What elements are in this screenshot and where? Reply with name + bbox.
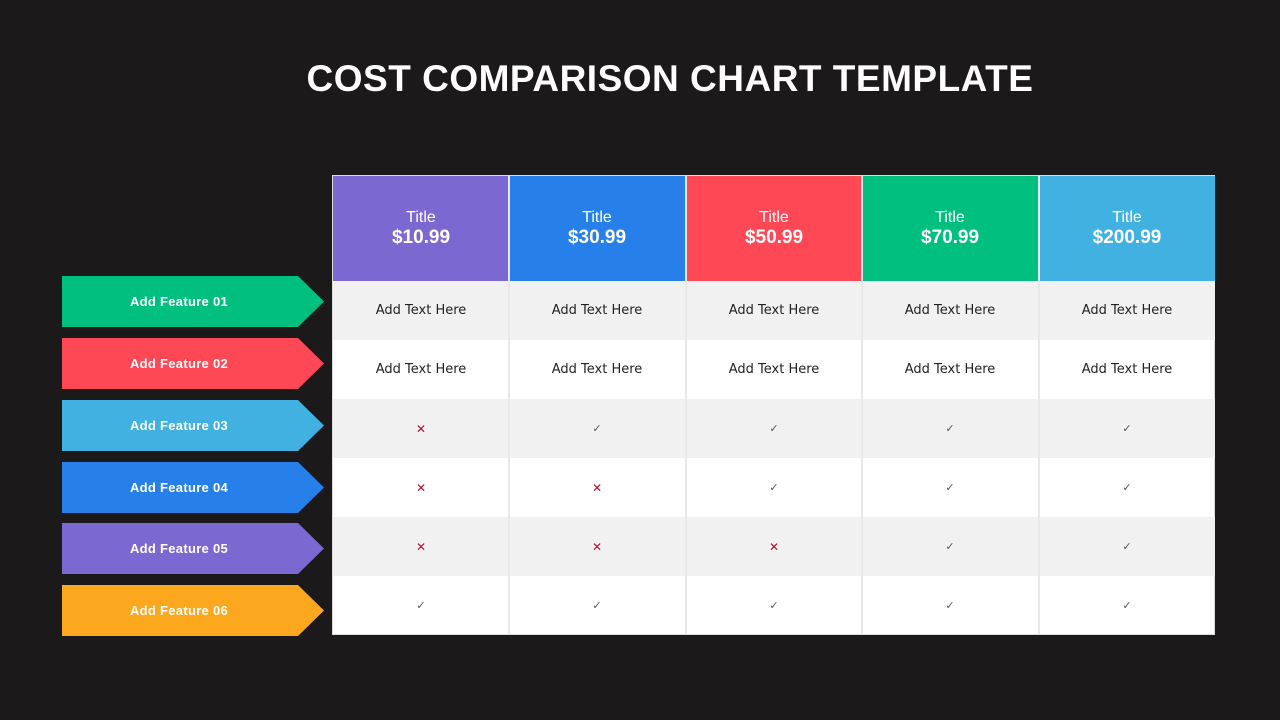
plan-column-2: Title $30.99 Add Text Here Add Text Here ✓ ✕ ✕… — [509, 176, 685, 635]
feature-label-3: Add Feature 03 — [62, 400, 324, 451]
table-cell: Add Text Here — [551, 362, 643, 377]
table-cell: ✓ — [333, 576, 509, 635]
feature-label-2: Add Feature 02 — [62, 338, 324, 389]
check-icon: ✓ — [945, 599, 955, 612]
table-cell: Add Text Here — [509, 281, 685, 340]
feature-label-5: Add Feature 05 — [62, 523, 324, 574]
table-cell: ✓ — [509, 576, 685, 635]
plan-title: Title — [1112, 209, 1142, 226]
check-icon: ✓ — [416, 599, 426, 612]
plan-price: $50.99 — [744, 227, 804, 248]
table-cell: ✓ — [1039, 576, 1215, 635]
plan-title: Title — [935, 209, 965, 226]
plan-price: $70.99 — [920, 227, 980, 248]
column-divider — [685, 176, 687, 634]
table-cell: ✓ — [862, 517, 1038, 576]
table-cell: Add Text Here — [1039, 281, 1215, 340]
plan-column-5: Title $200.99 Add Text Here Add Text Here ✓ ✓… — [1039, 176, 1215, 635]
plan-price: $30.99 — [567, 227, 627, 248]
comparison-table: Title $10.99 Add Text Here Add Text Here ✕ ✕ ✕… — [332, 175, 1215, 635]
check-icon: ✓ — [769, 481, 779, 494]
check-icon: ✓ — [769, 599, 779, 612]
cross-icon: ✕ — [591, 539, 603, 554]
table-cell: Add Text Here — [333, 281, 509, 340]
feature-label-4: Add Feature 04 — [62, 462, 324, 513]
table-cell: ✓ — [1039, 399, 1215, 458]
table-cell: ✓ — [686, 399, 862, 458]
table-cell: ✕ — [509, 458, 685, 517]
plan-price: $10.99 — [391, 227, 451, 248]
table-cell: ✓ — [1039, 458, 1215, 517]
column-divider — [1038, 176, 1040, 634]
plan-header: Title $200.99 — [1039, 176, 1215, 281]
column-divider — [508, 176, 510, 634]
plan-title: Title — [406, 209, 436, 226]
plan-title: Title — [582, 209, 612, 226]
table-cell: Add Text Here — [686, 281, 862, 340]
table-cell: ✓ — [509, 399, 685, 458]
table-cell: ✓ — [686, 576, 862, 635]
table-cell: ✓ — [862, 576, 1038, 635]
table-cell: ✕ — [333, 399, 509, 458]
table-cell: ✓ — [862, 458, 1038, 517]
cross-icon: ✕ — [415, 421, 427, 436]
feature-label-6: Add Feature 06 — [62, 585, 324, 636]
table-cell: Add Text Here — [375, 362, 467, 377]
plan-column-3: Title $50.99 Add Text Here Add Text Here ✓ ✓ ✕… — [686, 176, 862, 635]
page-title: COST COMPARISON CHART TEMPLATE — [306, 58, 1034, 99]
plan-header: Title $50.99 — [686, 176, 862, 281]
table-cell: ✓ — [862, 399, 1038, 458]
table-cell: ✕ — [509, 517, 685, 576]
check-icon: ✓ — [945, 540, 955, 553]
table-cell: ✓ — [1039, 517, 1215, 576]
table-cell: Add Text Here — [728, 362, 820, 377]
plan-title: Title — [759, 209, 789, 226]
check-icon: ✓ — [1122, 540, 1132, 553]
column-divider — [861, 176, 863, 634]
plan-header: Title $10.99 — [333, 176, 509, 281]
table-cell: Add Text Here — [862, 281, 1038, 340]
check-icon: ✓ — [592, 422, 602, 435]
check-icon: ✓ — [945, 422, 955, 435]
plan-header: Title $70.99 — [862, 176, 1038, 281]
check-icon: ✓ — [1122, 481, 1132, 494]
table-cell: Add Text Here — [904, 362, 996, 377]
table-cell: ✕ — [333, 458, 509, 517]
table-cell: ✓ — [686, 458, 862, 517]
check-icon: ✓ — [945, 481, 955, 494]
plan-price: $200.99 — [1092, 227, 1162, 248]
check-icon: ✓ — [769, 422, 779, 435]
check-icon: ✓ — [592, 599, 602, 612]
plan-header: Title $30.99 — [509, 176, 685, 281]
check-icon: ✓ — [1122, 422, 1132, 435]
plan-column-1: Title $10.99 Add Text Here Add Text Here ✕ ✕ ✕… — [333, 176, 509, 635]
table-cell: ✕ — [686, 517, 862, 576]
table-cell: Add Text Here — [1081, 362, 1173, 377]
cross-icon: ✕ — [415, 480, 427, 495]
cross-icon: ✕ — [415, 539, 427, 554]
plan-column-4: Title $70.99 Add Text Here Add Text Here ✓ ✓ ✓… — [862, 176, 1038, 635]
table-cell: ✕ — [333, 517, 509, 576]
check-icon: ✓ — [1122, 599, 1132, 612]
cross-icon: ✕ — [768, 539, 780, 554]
cross-icon: ✕ — [591, 480, 603, 495]
feature-label-1: Add Feature 01 — [62, 276, 324, 327]
